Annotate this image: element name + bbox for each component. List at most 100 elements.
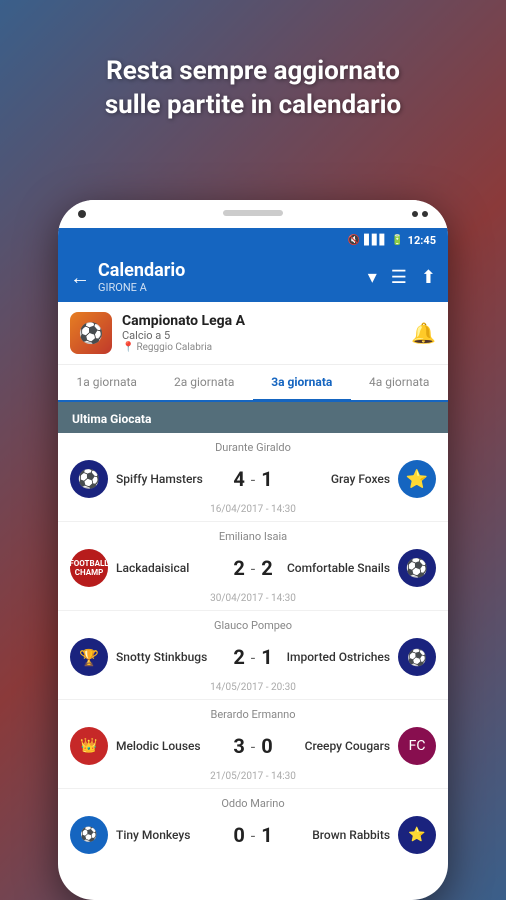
team-home-name: Tiny Monkeys [116, 828, 190, 842]
score-block: 2 - 2 [225, 556, 280, 580]
bell-icon[interactable]: 🔔 [411, 321, 436, 345]
app-bar-right: ▾ ☰ ⬆ [368, 267, 436, 288]
battery-icon: 🔋 [391, 235, 403, 246]
score-separator: - [251, 648, 255, 667]
app-bar-subtitle: GIRONE A [98, 281, 185, 294]
match-date: 21/05/2017 - 14:30 [70, 771, 436, 782]
match-card: Oddo Marino ⚽ Tiny Monkeys 0 - 1 Brown R… [58, 789, 448, 856]
team-away: Creepy Cougars FC [281, 727, 436, 765]
match-row: ⚽ Tiny Monkeys 0 - 1 Brown Rabbits ⭐ [70, 816, 436, 854]
team-home-name: Snotty Stinkbugs [116, 650, 207, 664]
tab-2a-giornata[interactable]: 2a giornata [156, 365, 254, 400]
status-bar: 🔇 ▋▋▋ 🔋 12:45 [58, 228, 448, 252]
app-bar-title: Calendario [98, 260, 185, 281]
match-row: 🏆 Snotty Stinkbugs 2 - 1 Imported Ostric… [70, 638, 436, 676]
team-away: Comfortable Snails ⚽ [281, 549, 436, 587]
match-row: FOOTBALLCHAMP Lackadaisical 2 - 2 Comfor… [70, 549, 436, 587]
team-away-name: Gray Foxes [331, 472, 390, 486]
team-away-name: Brown Rabbits [312, 828, 390, 842]
hero-text: Resta sempre aggiornato sulle partite in… [0, 55, 506, 123]
match-referee: Berardo Ermanno [70, 708, 436, 721]
score-away: 1 [261, 467, 272, 491]
tab-4a-giornata[interactable]: 4a giornata [351, 365, 449, 400]
match-referee: Glauco Pompeo [70, 619, 436, 632]
app-bar-title-group: Calendario GIRONE A [98, 260, 185, 294]
team-away: Gray Foxes ⭐ [281, 460, 436, 498]
score-home: 0 [233, 823, 244, 847]
match-row: 👑 Melodic Louses 3 - 0 Creepy Cougars FC [70, 727, 436, 765]
status-time: 12:45 [408, 234, 436, 247]
phone-speaker [223, 210, 283, 216]
score-away: 1 [261, 645, 272, 669]
score-home: 3 [233, 734, 244, 758]
team-home-name: Melodic Louses [116, 739, 201, 753]
sensor-dot-2 [422, 211, 428, 217]
score-separator: - [251, 737, 255, 756]
team-home: 🏆 Snotty Stinkbugs [70, 638, 225, 676]
match-date: 30/04/2017 - 14:30 [70, 593, 436, 604]
camera-dot [78, 210, 86, 218]
match-referee: Emiliano Isaia [70, 530, 436, 543]
score-home: 2 [233, 645, 244, 669]
tab-3a-giornata[interactable]: 3a giornata [253, 365, 351, 402]
team-logo-cougars: FC [398, 727, 436, 765]
team-logo-stinkbugs: 🏆 [70, 638, 108, 676]
team-logo-monkeys: ⚽ [70, 816, 108, 854]
share-icon[interactable]: ⬆ [421, 267, 436, 288]
phone-camera [78, 210, 86, 218]
score-block: 3 - 0 [225, 734, 280, 758]
match-row: ⚽ Spiffy Hamsters 4 - 1 Gray Foxes ⭐ [70, 460, 436, 498]
round-header: Ultima Giocata [58, 402, 448, 433]
team-logo-foxes: ⭐ [398, 460, 436, 498]
app-bar-left: ← Calendario GIRONE A [70, 260, 185, 294]
match-list-scroll[interactable]: Ultima Giocata Durante Giraldo ⚽ Spiffy … [58, 402, 448, 856]
signal-icon: ▋▋▋ [364, 235, 387, 246]
team-home: ⚽ Tiny Monkeys [70, 816, 225, 854]
match-referee: Oddo Marino [70, 797, 436, 810]
team-logo-lackadaisical: FOOTBALLCHAMP [70, 549, 108, 587]
list-icon[interactable]: ☰ [391, 267, 407, 288]
score-separator: - [251, 826, 255, 845]
sensor-dot-1 [412, 211, 418, 217]
back-button[interactable]: ← [70, 265, 90, 290]
round-label: Ultima Giocata [72, 412, 151, 426]
team-logo-rabbits: ⭐ [398, 816, 436, 854]
pin-icon: 📍 [122, 342, 134, 353]
score-away: 0 [261, 734, 272, 758]
score-block: 2 - 1 [225, 645, 280, 669]
phone-frame: 🔇 ▋▋▋ 🔋 12:45 ← Calendario GIRONE A ▾ ☰ … [58, 200, 448, 900]
score-away: 2 [261, 556, 272, 580]
team-away-name: Comfortable Snails [287, 561, 390, 575]
team-logo-snails: ⚽ [398, 549, 436, 587]
team-logo-melodic: 👑 [70, 727, 108, 765]
match-referee: Durante Giraldo [70, 441, 436, 454]
team-logo-ostriches: ⚽ [398, 638, 436, 676]
score-block: 4 - 1 [225, 467, 280, 491]
match-card: Durante Giraldo ⚽ Spiffy Hamsters 4 - 1 … [58, 433, 448, 522]
status-icons: 🔇 ▋▋▋ 🔋 12:45 [348, 234, 436, 247]
tabs: 1a giornata 2a giornata 3a giornata 4a g… [58, 365, 448, 402]
team-away-name: Imported Ostriches [287, 650, 390, 664]
team-home-name: Lackadaisical [116, 561, 189, 575]
league-details: Campionato Lega A Calcio a 5 📍 Regggio C… [122, 313, 245, 353]
phone-sensors [412, 211, 428, 217]
league-left: ⚽ Campionato Lega A Calcio a 5 📍 Regggio… [70, 312, 245, 354]
score-separator: - [251, 470, 255, 489]
match-card: Glauco Pompeo 🏆 Snotty Stinkbugs 2 - 1 I… [58, 611, 448, 700]
score-away: 1 [261, 823, 272, 847]
dropdown-icon[interactable]: ▾ [368, 267, 377, 288]
score-separator: - [251, 559, 255, 578]
team-away: Brown Rabbits ⭐ [281, 816, 436, 854]
league-location: 📍 Regggio Calabria [122, 342, 245, 353]
mute-icon: 🔇 [348, 235, 360, 246]
team-home: ⚽ Spiffy Hamsters [70, 460, 225, 498]
team-home: 👑 Melodic Louses [70, 727, 225, 765]
team-logo-hamsters: ⚽ [70, 460, 108, 498]
tab-1a-giornata[interactable]: 1a giornata [58, 365, 156, 400]
league-info: ⚽ Campionato Lega A Calcio a 5 📍 Regggio… [58, 302, 448, 365]
team-home: FOOTBALLCHAMP Lackadaisical [70, 549, 225, 587]
team-away: Imported Ostriches ⚽ [281, 638, 436, 676]
league-type: Calcio a 5 [122, 329, 245, 342]
phone-top-bar [58, 200, 448, 228]
score-home: 2 [233, 556, 244, 580]
